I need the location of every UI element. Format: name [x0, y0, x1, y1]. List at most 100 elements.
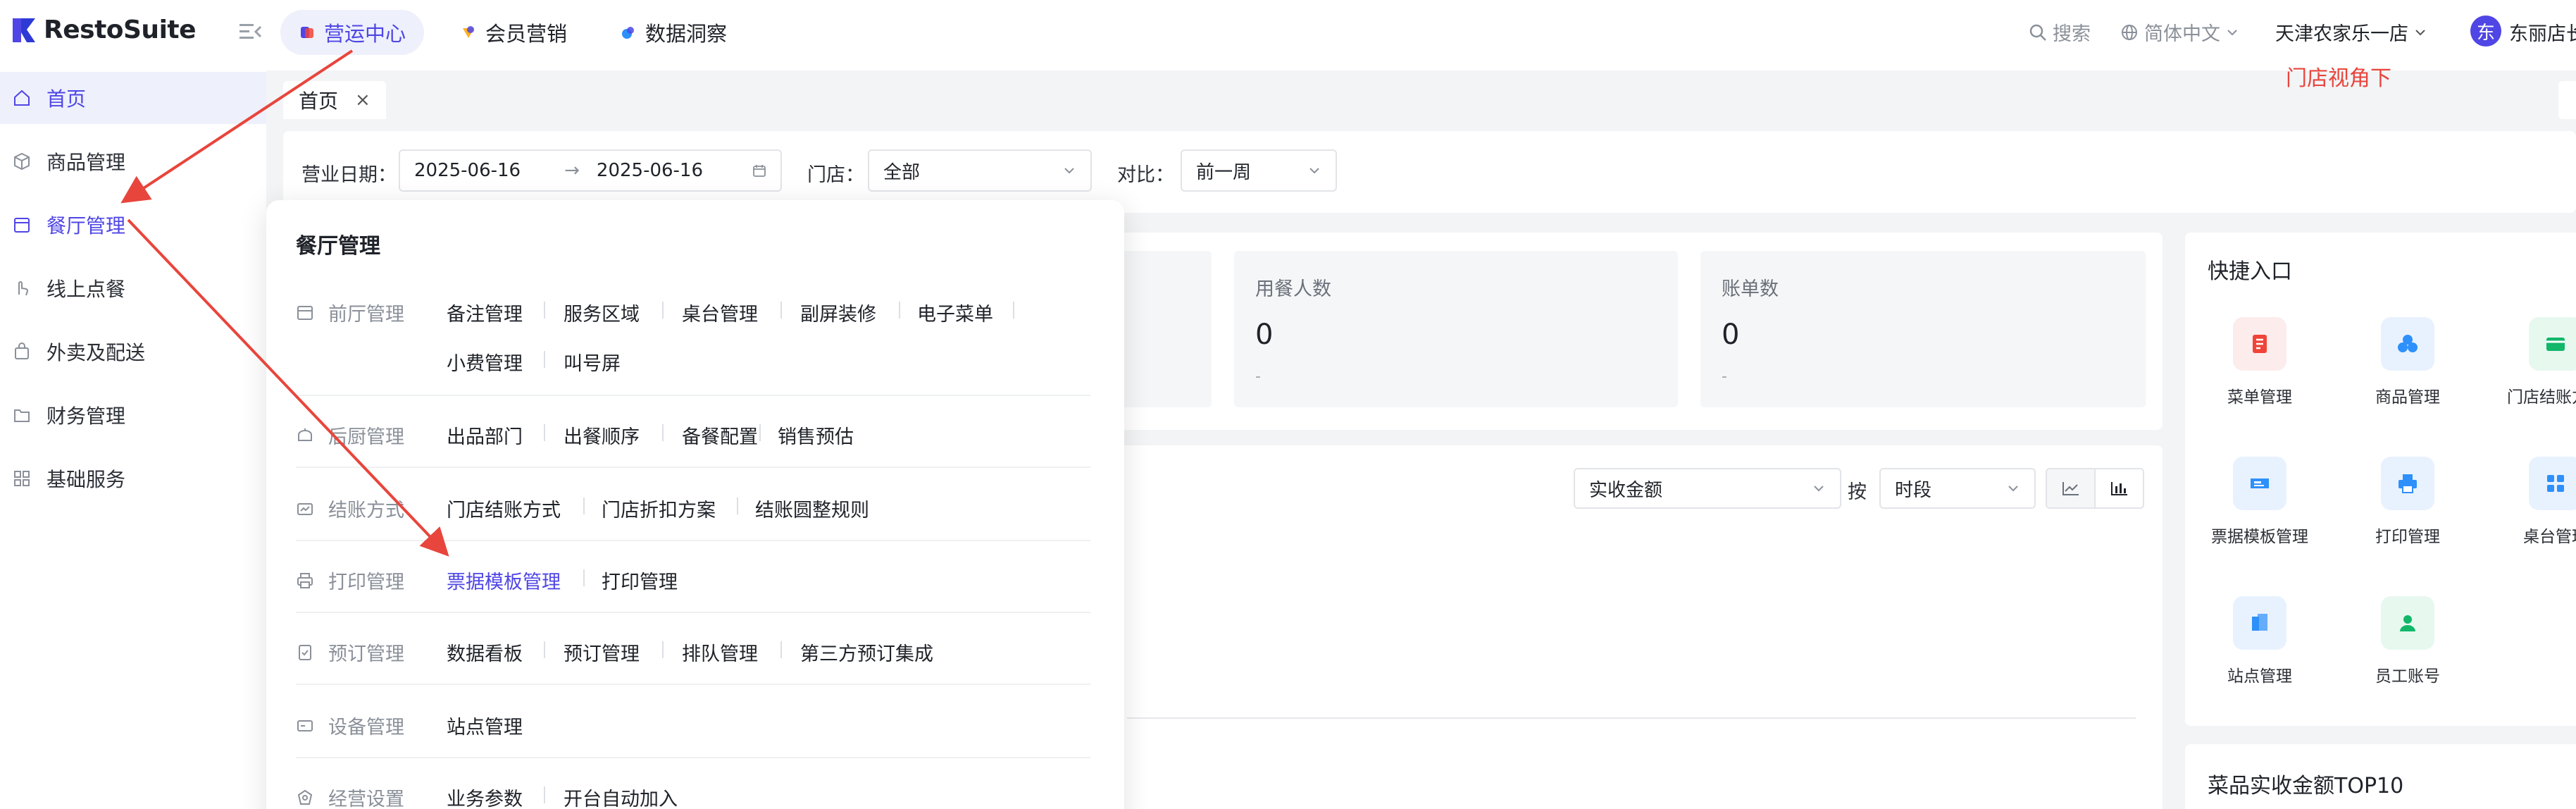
card-icon [2529, 317, 2576, 371]
quick-item-menu[interactable]: 菜单管理 [2196, 317, 2323, 407]
separator [759, 424, 761, 441]
group-name: 设备管理 [328, 717, 404, 739]
menu-link-third-party[interactable]: 第三方预订集成 [800, 638, 933, 666]
group-name: 后厨管理 [328, 426, 404, 448]
quick-item-print[interactable]: 打印管理 [2344, 457, 2471, 547]
menu-link-business-params[interactable]: 业务参数 [447, 784, 523, 809]
quick-item-label: 商品管理 [2375, 388, 2440, 407]
menu-link-dashboard[interactable]: 数据看板 [447, 638, 523, 666]
quick-item-checkout[interactable]: 门店结账方式 [2492, 317, 2576, 407]
brand-logo[interactable]: RestoSuite [11, 16, 197, 44]
menu-link-tips[interactable]: 小费管理 [447, 348, 523, 376]
date-separator: → [564, 160, 580, 181]
menu-link-tables[interactable]: 桌台管理 [682, 299, 758, 326]
dimension-select[interactable]: 时段 [1879, 468, 2036, 509]
nav-tab-label: 会员营销 [485, 22, 568, 46]
menu-link-stations[interactable]: 站点管理 [447, 712, 523, 739]
separator [662, 641, 664, 658]
close-icon[interactable]: × [355, 89, 371, 111]
quick-item-tables[interactable]: 桌台管理 [2492, 457, 2576, 547]
menu-link-service-area[interactable]: 服务区域 [564, 299, 640, 326]
menu-link-ticket-template[interactable]: 票据模板管理 [447, 567, 561, 594]
brand-name: RestoSuite [44, 16, 197, 44]
language-switch[interactable]: 简体中文 [2120, 18, 2239, 46]
quick-item-label: 门店结账方式 [2507, 388, 2576, 407]
sidebar-item-label: 财务管理 [46, 404, 126, 428]
line-chart-icon [2062, 482, 2079, 495]
quick-item-label: 菜单管理 [2227, 388, 2292, 407]
quick-item-station[interactable]: 站点管理 [2196, 596, 2323, 686]
user-name[interactable]: 东丽店长 [2509, 18, 2576, 46]
separator [1013, 302, 1014, 319]
menu-link-call-screen[interactable]: 叫号屏 [564, 348, 621, 376]
sidebar-item-delivery[interactable]: 外卖及配送 [0, 326, 266, 378]
quick-item-staff[interactable]: 员工账号 [2344, 596, 2471, 686]
compare-select[interactable]: 前一周 [1181, 149, 1337, 192]
menu-link-serve-order[interactable]: 出餐顺序 [564, 421, 640, 449]
sidebar-item-online-order[interactable]: 线上点餐 [0, 262, 266, 314]
nav-tab-marketing[interactable]: 会员营销 [442, 10, 585, 55]
folder-icon [14, 409, 30, 422]
cube-icon [2381, 317, 2434, 371]
store-label: 门店： [807, 164, 864, 186]
group-name: 结账方式 [328, 500, 404, 521]
menu-link-remarks[interactable]: 备注管理 [447, 299, 523, 326]
separator [544, 351, 545, 368]
sidebar-item-basic-services[interactable]: 基础服务 [0, 452, 266, 505]
header-search[interactable]: 搜索 [2029, 18, 2091, 46]
grid-icon [14, 471, 30, 486]
tab-home[interactable]: 首页 × [283, 81, 386, 119]
dimension-select-value: 时段 [1895, 479, 1932, 501]
date-label: 营业日期： [301, 164, 397, 186]
store-select[interactable]: 全部 [868, 149, 1092, 192]
group-business-settings: 经营设置 [296, 784, 404, 809]
menu-link-rounding-rule[interactable]: 结账圆整规则 [755, 495, 869, 522]
chevron-down-icon [2008, 486, 2018, 492]
sidebar-item-restaurant[interactable]: 餐厅管理 [0, 199, 266, 251]
metric-select[interactable]: 实收金额 [1574, 468, 1841, 509]
menu-collapse-icon[interactable] [238, 21, 262, 42]
search-icon [2029, 24, 2046, 41]
sidebar-item-label: 外卖及配送 [46, 341, 146, 364]
menu-link-second-screen[interactable]: 副屏装修 [800, 299, 876, 326]
menu-link-print-manage[interactable]: 打印管理 [602, 567, 678, 594]
group-name: 前厅管理 [328, 304, 404, 326]
operations-icon [301, 27, 313, 38]
menu-link-store-checkout[interactable]: 门店结账方式 [447, 495, 561, 522]
quick-item-products[interactable]: 商品管理 [2344, 317, 2471, 407]
separator [583, 569, 585, 586]
tab-bar-action[interactable] [2558, 81, 2576, 119]
date-start: 2025-06-16 [414, 160, 521, 181]
avatar[interactable]: 东 [2470, 16, 2501, 47]
nav-tab-operations[interactable]: 营运中心 [280, 10, 425, 55]
bar-chart-toggle[interactable] [2094, 469, 2143, 507]
separator [662, 424, 664, 441]
line-chart-toggle[interactable] [2047, 469, 2094, 507]
sidebar-item-home[interactable]: 首页 [0, 72, 266, 124]
menu-link-discount-plan[interactable]: 门店折扣方案 [602, 495, 716, 522]
menu-link-e-menu[interactable]: 电子菜单 [917, 299, 993, 326]
menu-link-sales-forecast[interactable]: 销售预估 [778, 421, 854, 449]
sidebar-item-finance[interactable]: 财务管理 [0, 389, 266, 441]
group-by-label: 按 [1848, 481, 1867, 503]
search-label: 搜索 [2053, 23, 2091, 45]
stat-label: 账单数 [1722, 278, 1779, 300]
chart-x-axis [1127, 717, 2136, 719]
compare-label: 对比： [1117, 164, 1174, 186]
menu-link-reservation[interactable]: 预订管理 [564, 638, 640, 666]
menu-link-dispatch-dept[interactable]: 出品部门 [447, 421, 523, 449]
quick-item-ticket[interactable]: 票据模板管理 [2196, 457, 2323, 547]
sidebar-item-products[interactable]: 商品管理 [0, 135, 266, 187]
logo-mark-icon [13, 18, 35, 42]
menu-link-prep-config[interactable]: 备餐配置 [682, 421, 758, 449]
menu-link-queue[interactable]: 排队管理 [682, 638, 758, 666]
group-name: 经营设置 [328, 789, 404, 809]
menu-link-auto-join[interactable]: 开台自动加入 [564, 784, 678, 809]
group-printing: 打印管理 [296, 567, 404, 594]
sidebar-item-label: 商品管理 [46, 151, 126, 174]
date-range-picker[interactable]: 2025-06-16 → 2025-06-16 [399, 149, 782, 192]
group-devices: 设备管理 [296, 712, 404, 739]
nav-tab-insights[interactable]: 数据洞察 [602, 10, 745, 55]
stat-label: 用餐人数 [1255, 278, 1331, 300]
store-switch[interactable]: 天津农家乐一店 [2275, 18, 2427, 46]
